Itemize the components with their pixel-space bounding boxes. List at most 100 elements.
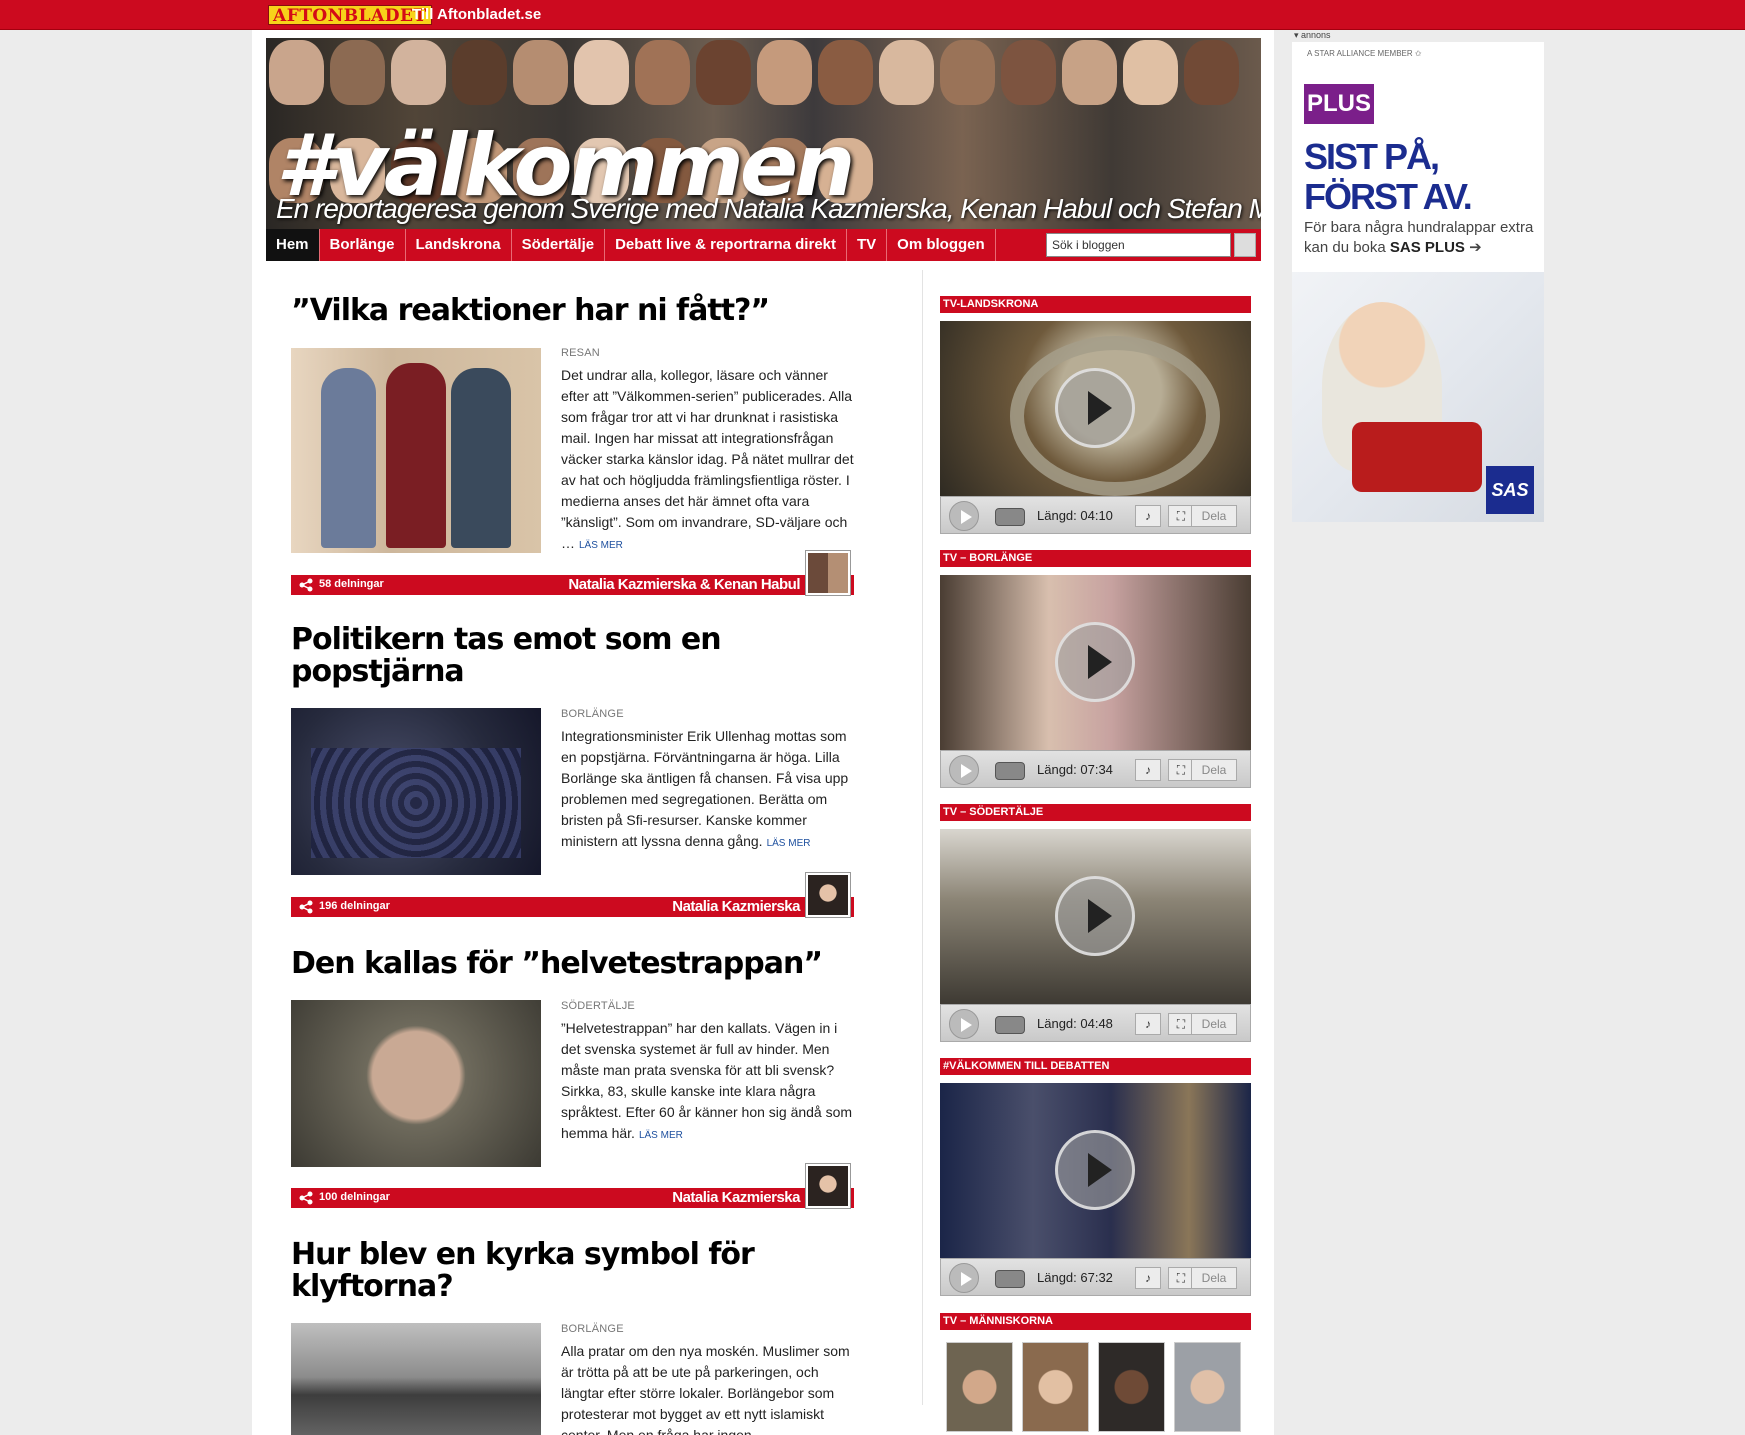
search-button[interactable] [1234,233,1256,257]
volume-icon[interactable]: ♪ [1135,759,1161,781]
person-thumbnail[interactable] [1174,1342,1241,1432]
article-excerpt: ”Helvetestrappan” har den kallats. Vägen… [561,1020,853,1141]
article-body: RESAN Det undrar alla, kollegor, läsare … [561,347,854,556]
nav-item-sodertalje[interactable]: Södertälje [512,229,606,261]
article-image[interactable] [291,1000,541,1167]
article-footer: 58 delningar Natalia Kazmierska & Kenan … [291,550,854,596]
article-author[interactable]: Natalia Kazmierska [672,898,800,915]
share-icon[interactable] [299,1191,313,1205]
article: Den kallas för ”helvetestrappan” SÖDERTÄ… [291,948,854,1238]
author-avatar[interactable] [805,550,851,596]
article-category[interactable]: RESAN [561,347,854,359]
progress-slider[interactable] [995,508,1025,526]
volume-icon[interactable]: ♪ [1135,1013,1161,1035]
share-count[interactable]: 100 delningar [319,1191,390,1203]
article-author[interactable]: Natalia Kazmierska & Kenan Habul [568,576,800,593]
play-button[interactable] [949,501,979,531]
article-image[interactable] [291,348,541,553]
share-count[interactable]: 58 delningar [319,578,384,590]
nav-item-tv[interactable]: TV [847,229,888,261]
video-screen[interactable] [940,829,1251,1004]
banner-subtitle: En reportageresa genom Sverige med Natal… [276,193,1261,224]
progress-slider[interactable] [995,1016,1025,1034]
video-label[interactable]: TV-LANDSKRONA [940,296,1251,313]
article-body: SÖDERTÄLJE ”Helvetestrappan” har den kal… [561,1000,854,1146]
ad-photo: SAS [1292,272,1544,522]
person-thumbnail[interactable] [946,1342,1013,1432]
share-button[interactable]: Dela [1191,1267,1237,1289]
video-length: Längd: 67:32 [1037,1270,1113,1285]
ad-label: ▾ annons [1294,30,1331,40]
video-label[interactable]: TV – SÖDERTÄLJE [940,804,1251,821]
top-bar: AFTONBLADET Till Aftonbladet.se [0,0,1745,30]
play-icon[interactable] [1055,876,1135,956]
header-banner[interactable]: #välkommen En reportageresa genom Sverig… [266,38,1261,233]
read-more-link[interactable]: LÄS MER [767,838,811,849]
share-icon[interactable] [299,900,313,914]
play-icon[interactable] [1055,1130,1135,1210]
play-button[interactable] [949,755,979,785]
share-icon[interactable] [299,578,313,592]
nav-item-om-bloggen[interactable]: Om bloggen [887,229,996,261]
column-separator [922,270,923,1405]
volume-icon[interactable]: ♪ [1135,1267,1161,1289]
share-button[interactable]: Dela [1191,1013,1237,1035]
article: Hur blev en kyrka symbol för klyftorna? … [291,1239,854,1435]
progress-slider[interactable] [995,1270,1025,1288]
nav-item-debatt[interactable]: Debatt live & reportrarna direkt [605,229,847,261]
nav-item-landskrona[interactable]: Landskrona [406,229,512,261]
people-label[interactable]: TV – MÄNNISKORNA [940,1313,1251,1330]
article-title[interactable]: Den kallas för ”helvetestrappan” [291,948,854,980]
play-button[interactable] [949,1009,979,1039]
nav-item-hem[interactable]: Hem [266,229,320,261]
article-body: BORLÄNGE Alla pratar om den nya moskén. … [561,1323,854,1435]
article-category[interactable]: BORLÄNGE [561,1323,854,1335]
article: Politikern tas emot som en popstjärna BO… [291,624,854,924]
play-button[interactable] [949,1263,979,1293]
video-label[interactable]: TV – BORLÄNGE [940,550,1251,567]
search-input[interactable] [1046,233,1231,257]
share-count[interactable]: 196 delningar [319,900,390,912]
ad-headline: SIST PÅ, FÖRST AV. [1304,136,1473,217]
video-widget-landskrona: TV-LANDSKRONA Längd: 04:10 ♪ ⛶ Dela [940,296,1251,534]
video-controls: Längd: 07:34 ♪ ⛶ Dela [940,750,1251,788]
aftonbladet-link[interactable]: Till Aftonbladet.se [412,6,541,23]
video-length: Längd: 07:34 [1037,762,1113,777]
article-title[interactable]: Politikern tas emot som en popstjärna [291,624,854,688]
person-thumbnail[interactable] [1098,1342,1165,1432]
article-category[interactable]: SÖDERTÄLJE [561,1000,854,1012]
star-alliance-text: A STAR ALLIANCE MEMBER ✩ [1307,49,1422,58]
volume-icon[interactable]: ♪ [1135,505,1161,527]
video-screen[interactable] [940,1083,1251,1258]
share-button[interactable]: Dela [1191,759,1237,781]
share-button[interactable]: Dela [1191,505,1237,527]
author-avatar[interactable] [805,1163,851,1209]
aftonbladet-logo[interactable]: AFTONBLADET [268,5,432,26]
video-widget-sodertalje: TV – SÖDERTÄLJE Längd: 04:48 ♪ ⛶ Dela [940,804,1251,1042]
article-footer: 100 delningar Natalia Kazmierska [291,1163,854,1209]
play-icon[interactable] [1055,368,1135,448]
sas-advertisement[interactable]: A STAR ALLIANCE MEMBER ✩ PLUS SIST PÅ, F… [1292,42,1544,522]
progress-slider[interactable] [995,762,1025,780]
nav-item-borlange[interactable]: Borlänge [320,229,406,261]
video-label[interactable]: #VÄLKOMMEN TILL DEBATTEN [940,1058,1251,1075]
article-category[interactable]: BORLÄNGE [561,708,854,720]
article-image[interactable] [291,1323,541,1435]
video-length: Längd: 04:48 [1037,1016,1113,1031]
arrow-icon: ➔ [1469,239,1482,256]
article-title[interactable]: ”Vilka reaktioner har ni fått?” [291,295,854,327]
video-screen[interactable] [940,321,1251,496]
article-title[interactable]: Hur blev en kyrka symbol för klyftorna? [291,1239,854,1303]
author-avatar[interactable] [805,872,851,918]
article: ”Vilka reaktioner har ni fått?” RESAN De… [291,295,854,596]
video-length: Längd: 04:10 [1037,508,1113,523]
article-author[interactable]: Natalia Kazmierska [672,1189,800,1206]
video-controls: Längd: 04:48 ♪ ⛶ Dela [940,1004,1251,1042]
play-icon[interactable] [1055,622,1135,702]
person-thumbnail[interactable] [1022,1342,1089,1432]
video-controls: Längd: 04:10 ♪ ⛶ Dela [940,496,1251,534]
read-more-link[interactable]: LÄS MER [579,540,623,551]
video-screen[interactable] [940,575,1251,750]
read-more-link[interactable]: LÄS MER [639,1130,683,1141]
article-image[interactable] [291,708,541,875]
